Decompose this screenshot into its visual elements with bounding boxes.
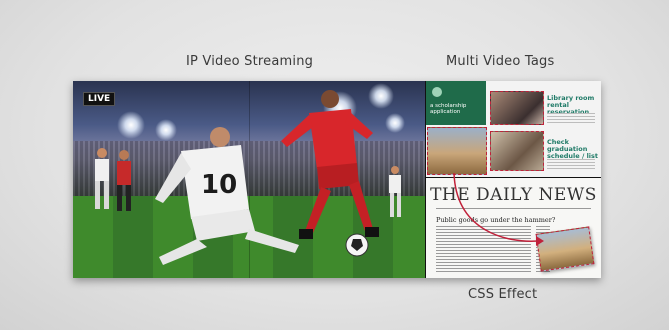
css-effect-arrow-icon [453, 172, 544, 246]
stadium-video-panel: 10 LIVE [73, 81, 425, 278]
css-effect-label: CSS Effect [468, 287, 538, 302]
soccer-ball-icon [345, 233, 369, 257]
players-illustration: 10 [95, 90, 401, 265]
white-defender: 10 [155, 127, 299, 265]
background-player-right [389, 166, 401, 217]
video-wall: 10 LIVE a scholarship application Librar… [73, 81, 601, 278]
ip-video-streaming-label: IP Video Streaming [186, 54, 314, 69]
background-player-white [95, 148, 109, 209]
multi-video-tags-label: Multi Video Tags [446, 54, 555, 69]
live-badge: LIVE [83, 92, 116, 106]
jersey-number: 10 [201, 170, 237, 200]
red-striker [281, 90, 379, 239]
background-player-red [117, 150, 131, 211]
